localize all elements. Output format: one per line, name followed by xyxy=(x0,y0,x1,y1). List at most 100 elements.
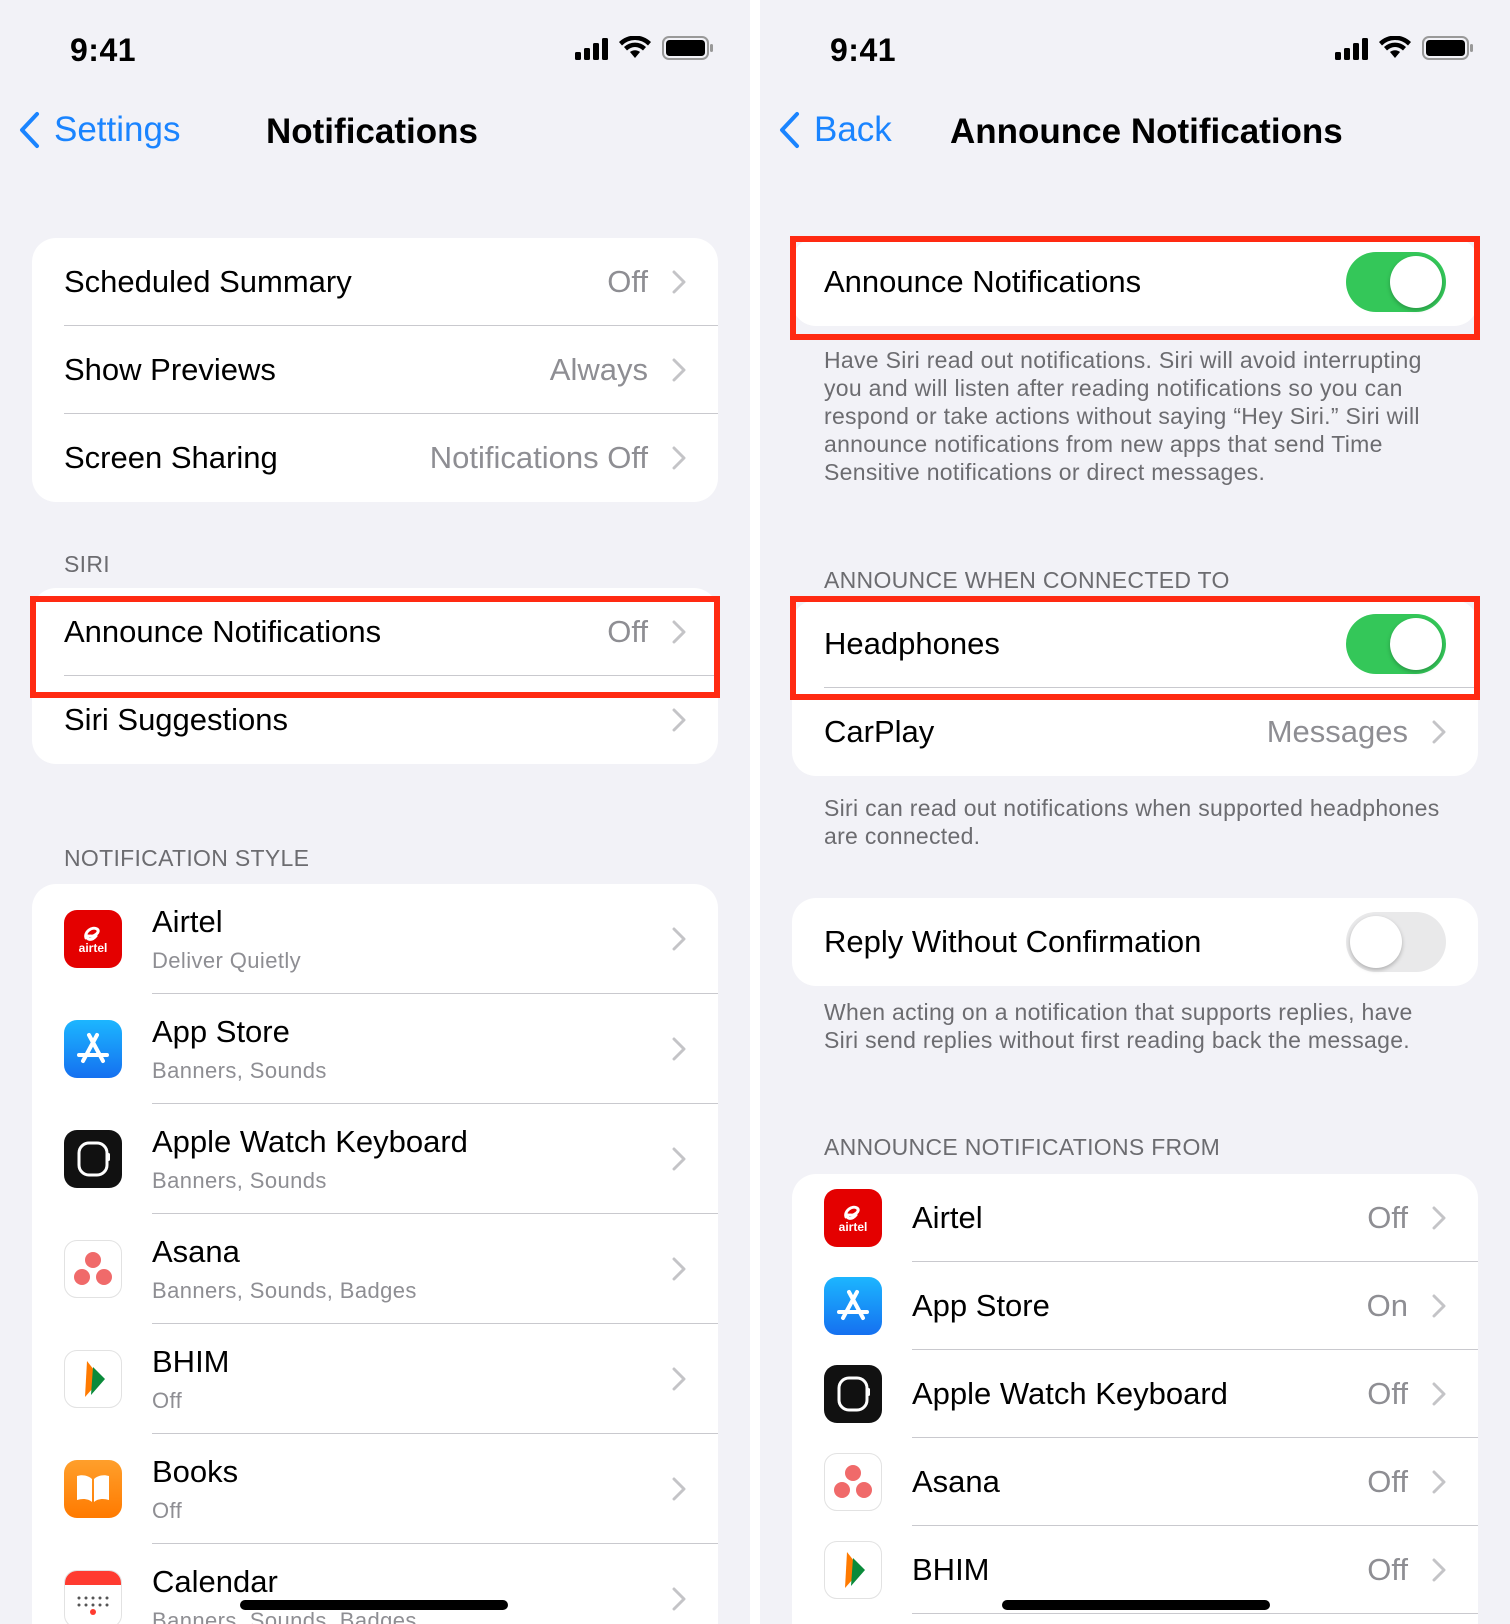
bhim-icon xyxy=(64,1350,122,1408)
books-icon xyxy=(64,1460,122,1518)
connected-group: Headphones CarPlay Messages xyxy=(792,600,1478,776)
row-label: Screen Sharing xyxy=(64,440,278,475)
chevron-right-icon xyxy=(672,1147,686,1171)
app-store-icon xyxy=(824,1277,882,1335)
app-store-icon xyxy=(64,1020,122,1078)
siri-suggestions-row[interactable]: Siri Suggestions xyxy=(32,676,718,764)
row-value: Off xyxy=(607,264,648,299)
headphones-toggle[interactable] xyxy=(1346,614,1446,674)
app-row-airtel[interactable]: airtel Airtel Deliver Quietly xyxy=(32,884,718,994)
back-button[interactable]: Back xyxy=(778,110,892,150)
announce-notifications-row[interactable]: Announce Notifications Off xyxy=(32,588,718,676)
announce-app-row-app-store[interactable]: App Store On xyxy=(792,1262,1478,1350)
app-name: Books xyxy=(152,1454,239,1489)
asana-icon xyxy=(824,1453,882,1511)
row-value: Always xyxy=(549,352,648,387)
announce-notifications-row: Announce Notifications xyxy=(792,238,1478,326)
page-title: Notifications xyxy=(266,112,478,151)
connected-section-header: ANNOUNCE WHEN CONNECTED TO xyxy=(824,567,1230,593)
carplay-row[interactable]: CarPlay Messages xyxy=(792,688,1478,776)
back-label: Settings xyxy=(54,110,181,149)
app-row-app-store[interactable]: App Store Banners, Sounds xyxy=(32,994,718,1104)
reply-group: Reply Without Confirmation xyxy=(792,898,1478,986)
app-row-asana[interactable]: Asana Banners, Sounds, Badges xyxy=(32,1214,718,1324)
battery-icon xyxy=(1422,36,1474,60)
chevron-right-icon xyxy=(672,708,686,732)
connected-footer-text: Siri can read out notifications when sup… xyxy=(824,795,1440,849)
chevron-left-icon xyxy=(780,112,799,148)
chevron-right-icon xyxy=(672,358,686,382)
app-subtitle: Deliver Quietly xyxy=(152,948,302,973)
app-row-calendar[interactable]: Calendar Banners, Sounds, Badges xyxy=(32,1544,718,1624)
siri-section-header: SIRI xyxy=(64,551,110,577)
row-label: CarPlay xyxy=(824,714,935,749)
notification-style-header: NOTIFICATION STYLE xyxy=(64,845,310,871)
wifi-icon xyxy=(618,36,652,60)
row-value: On xyxy=(1366,1288,1408,1323)
chevron-right-icon xyxy=(672,1367,686,1391)
navigation-bar: Settings Notifications xyxy=(0,100,750,164)
announce-app-row-airtel[interactable]: airtel Airtel Off xyxy=(792,1174,1478,1262)
back-label: Back xyxy=(814,110,892,149)
headphones-row: Headphones xyxy=(792,600,1478,688)
chevron-right-icon xyxy=(672,446,686,470)
app-name: Airtel xyxy=(152,904,223,939)
airtel-icon: airtel xyxy=(64,910,122,968)
chevron-left-icon xyxy=(20,112,39,148)
chevron-right-icon xyxy=(1432,1470,1446,1494)
app-row-books[interactable]: Books Off xyxy=(32,1434,718,1544)
row-value: Off xyxy=(1367,1200,1408,1235)
cellular-signal-icon xyxy=(1335,36,1368,60)
app-name: App Store xyxy=(152,1014,290,1049)
status-icons xyxy=(1335,36,1474,60)
app-name: Apple Watch Keyboard xyxy=(152,1124,468,1159)
app-row-apple-watch-keyboard[interactable]: Apple Watch Keyboard Banners, Sounds xyxy=(32,1104,718,1214)
announce-app-row-asana[interactable]: Asana Off xyxy=(792,1438,1478,1526)
row-value: Notifications Off xyxy=(429,440,648,475)
status-icons xyxy=(575,36,714,60)
announce-app-row-apple-watch-keyboard[interactable]: Apple Watch Keyboard Off xyxy=(792,1350,1478,1438)
back-to-settings-button[interactable]: Settings xyxy=(18,110,180,150)
row-value: Off xyxy=(1367,1464,1408,1499)
row-value: Off xyxy=(607,614,648,649)
app-name: Airtel xyxy=(912,1200,983,1235)
announce-from-header: ANNOUNCE NOTIFICATIONS FROM xyxy=(824,1134,1221,1160)
app-subtitle: Off xyxy=(152,1388,183,1413)
row-label: Announce Notifications xyxy=(64,614,382,649)
app-name: App Store xyxy=(912,1288,1050,1323)
chevron-right-icon xyxy=(1432,720,1446,744)
app-name: Asana xyxy=(912,1464,1000,1499)
apple-watch-icon xyxy=(824,1365,882,1423)
airtel-icon-text: airtel xyxy=(838,1220,868,1234)
app-subtitle: Banners, Sounds, Badges xyxy=(152,1608,417,1624)
app-name: Calendar xyxy=(152,1564,278,1599)
chevron-right-icon xyxy=(1432,1294,1446,1318)
row-value: Off xyxy=(1367,1376,1408,1411)
app-subtitle: Off xyxy=(152,1498,183,1523)
row-label: Scheduled Summary xyxy=(64,264,352,299)
row-value: Off xyxy=(1367,1552,1408,1587)
siri-group: Announce Notifications Off Siri Suggesti… xyxy=(32,588,718,764)
airtel-icon: airtel xyxy=(824,1189,882,1247)
airtel-icon-text: airtel xyxy=(78,941,108,955)
chevron-right-icon xyxy=(672,270,686,294)
screen-sharing-row[interactable]: Screen Sharing Notifications Off xyxy=(32,414,718,502)
asana-icon xyxy=(64,1240,122,1298)
row-label: Reply Without Confirmation xyxy=(824,924,1202,959)
chevron-right-icon xyxy=(672,620,686,644)
wifi-icon xyxy=(1378,36,1412,60)
show-previews-row[interactable]: Show Previews Always xyxy=(32,326,718,414)
app-subtitle: Banners, Sounds xyxy=(152,1058,327,1083)
scheduled-summary-row[interactable]: Scheduled Summary Off xyxy=(32,238,718,326)
app-list: airtel Airtel Deliver Quietly App Store Ba… xyxy=(32,884,718,1624)
app-row-bhim[interactable]: BHIM Off xyxy=(32,1324,718,1434)
announce-notifications-toggle[interactable] xyxy=(1346,252,1446,312)
home-indicator[interactable] xyxy=(1002,1600,1270,1610)
screenshot-root: 9:41 Settings Notifications Scheduled Su… xyxy=(0,0,1510,1624)
apple-watch-icon xyxy=(64,1130,122,1188)
chevron-right-icon xyxy=(672,1257,686,1281)
reply-without-confirmation-toggle[interactable] xyxy=(1346,912,1446,972)
home-indicator[interactable] xyxy=(240,1600,508,1610)
row-label: Headphones xyxy=(824,626,1000,661)
chevron-right-icon xyxy=(672,1587,686,1611)
